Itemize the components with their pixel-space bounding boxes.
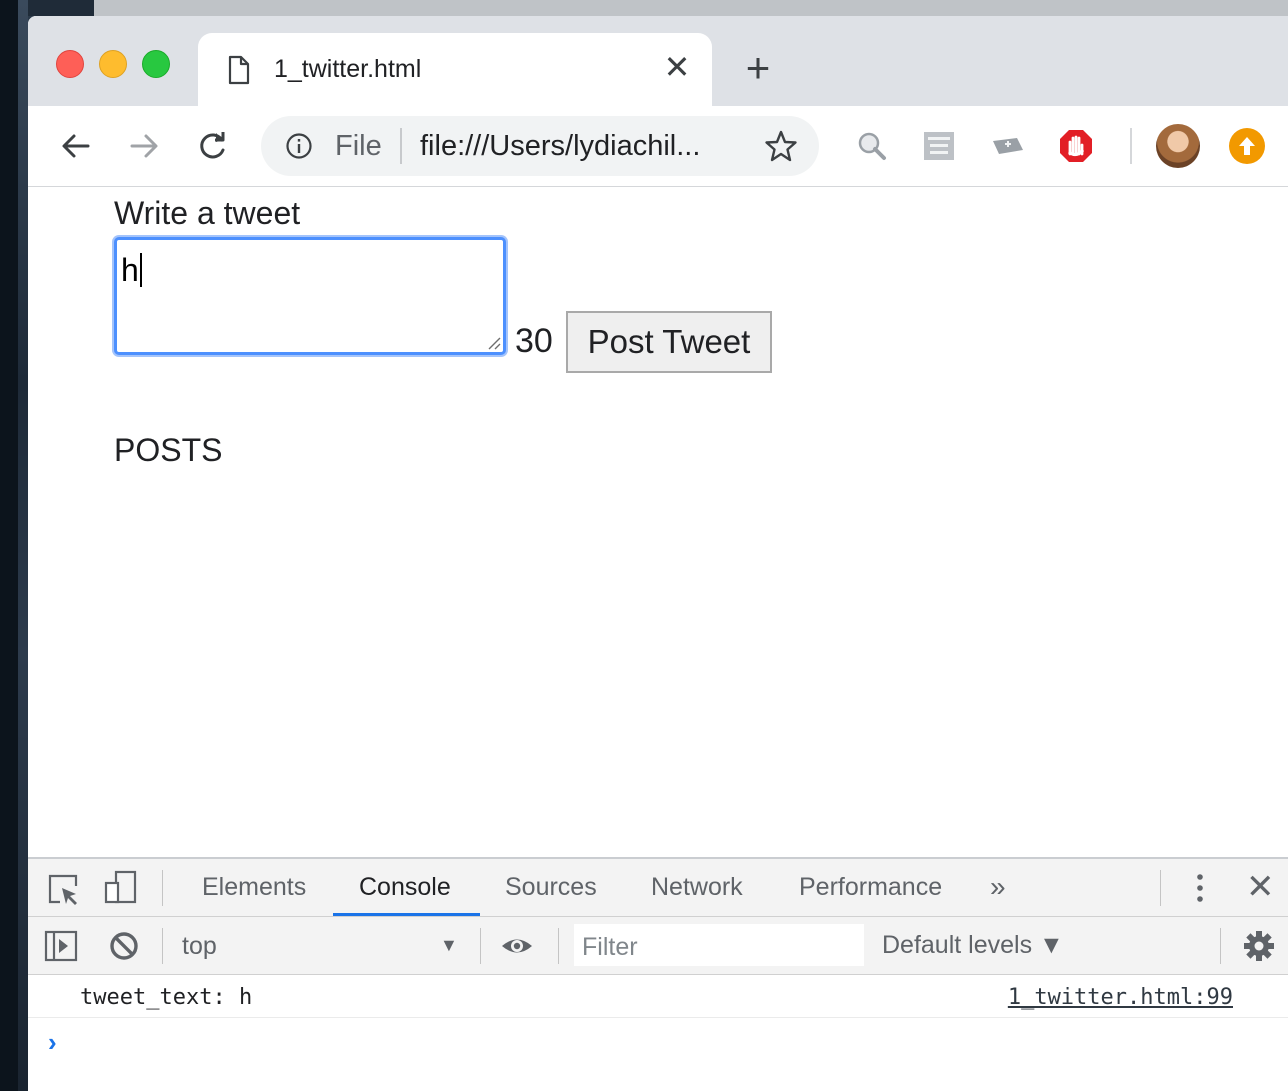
clear-console-icon[interactable]: [107, 929, 141, 963]
omnibox-divider: [400, 128, 402, 164]
kebab-menu-icon[interactable]: [1188, 871, 1212, 905]
tweet-textarea-value: h: [121, 252, 142, 289]
desktop-background: [0, 0, 28, 1091]
page-content: Write a tweet h 30 Post Tweet POSTS: [28, 187, 1288, 857]
post-tweet-button[interactable]: Post Tweet: [566, 311, 772, 373]
maximize-window-button[interactable]: [142, 50, 170, 78]
reload-icon[interactable]: [192, 126, 232, 166]
sidebar-toggle-icon[interactable]: [44, 929, 78, 963]
close-tab-icon[interactable]: ✕: [662, 49, 692, 85]
devtools-tabbar: Elements Console Sources Network Perform…: [28, 859, 1288, 917]
active-tab-indicator: [333, 913, 480, 916]
devtools-divider: [480, 928, 481, 964]
minimize-window-button[interactable]: [99, 50, 127, 78]
search-extension-icon[interactable]: [854, 128, 890, 164]
resize-grip-icon[interactable]: [485, 334, 501, 350]
tab-elements[interactable]: Elements: [202, 873, 306, 902]
security-chip-label: File: [335, 130, 382, 162]
device-toolbar-icon[interactable]: [104, 870, 138, 904]
tweet-textarea[interactable]: h: [114, 237, 506, 355]
address-bar[interactable]: File file:///Users/lydiachil...: [261, 116, 819, 176]
bookmark-star-icon[interactable]: [763, 128, 799, 164]
back-arrow-icon[interactable]: [56, 126, 96, 166]
browser-window: 1_twitter.html ✕ + File file:///Users/ly…: [28, 16, 1288, 1091]
settings-gear-icon[interactable]: [1242, 929, 1276, 963]
toolbar-divider: [1130, 128, 1132, 164]
console-prompt-icon[interactable]: ›: [48, 1027, 57, 1058]
update-arrow-icon[interactable]: [1229, 128, 1265, 164]
tab-sources[interactable]: Sources: [505, 873, 597, 902]
new-tab-button[interactable]: +: [738, 46, 778, 92]
console-log-source-link[interactable]: 1_twitter.html:99: [1008, 985, 1233, 1010]
close-devtools-icon[interactable]: ✕: [1246, 867, 1275, 907]
devtools-divider: [558, 928, 559, 964]
write-tweet-heading: Write a tweet: [114, 195, 301, 231]
tab-performance[interactable]: Performance: [799, 873, 942, 902]
char-counter: 30: [515, 322, 553, 360]
tab-strip: 1_twitter.html ✕ +: [28, 16, 1288, 106]
bigger-button-extension-icon[interactable]: [921, 128, 957, 164]
filter-placeholder: Filter: [582, 933, 638, 961]
keyboard-extension-icon[interactable]: [990, 128, 1026, 164]
context-dropdown-icon[interactable]: ▼: [440, 935, 458, 956]
log-levels-dropdown[interactable]: Default levels ▼: [882, 931, 1064, 960]
profile-avatar[interactable]: [1156, 124, 1200, 168]
tab-network[interactable]: Network: [651, 873, 743, 902]
close-window-button[interactable]: [56, 50, 84, 78]
filter-input[interactable]: Filter: [574, 924, 864, 966]
devtools-divider: [162, 870, 163, 906]
forward-arrow-icon[interactable]: [124, 126, 164, 166]
info-icon[interactable]: [285, 132, 313, 160]
file-icon: [228, 55, 250, 85]
devtools-divider: [1160, 870, 1161, 906]
devtools-divider: [1220, 928, 1221, 964]
live-expression-eye-icon[interactable]: [500, 929, 534, 963]
more-tabs-icon[interactable]: »: [990, 871, 1006, 903]
tab-title: 1_twitter.html: [274, 55, 422, 83]
tab-1-twitter[interactable]: 1_twitter.html ✕: [198, 33, 712, 106]
browser-toolbar: File file:///Users/lydiachil...: [28, 106, 1288, 187]
inspect-element-icon[interactable]: [46, 872, 80, 906]
console-toolbar: top ▼ Filter Default levels ▼: [28, 917, 1288, 975]
adblock-icon[interactable]: [1058, 128, 1094, 164]
tab-console[interactable]: Console: [359, 873, 451, 902]
desktop-menu-strip: [28, 0, 1288, 16]
console-log-entry: tweet_text: h 1_twitter.html:99: [28, 975, 1288, 1018]
devtools-panel: Elements Console Sources Network Perform…: [28, 857, 1288, 1091]
devtools-divider: [162, 928, 163, 964]
posts-heading: POSTS: [114, 432, 223, 468]
console-log-message: tweet_text: h: [80, 985, 253, 1010]
context-selector[interactable]: top: [182, 932, 217, 961]
url-text[interactable]: file:///Users/lydiachil...: [420, 130, 700, 163]
